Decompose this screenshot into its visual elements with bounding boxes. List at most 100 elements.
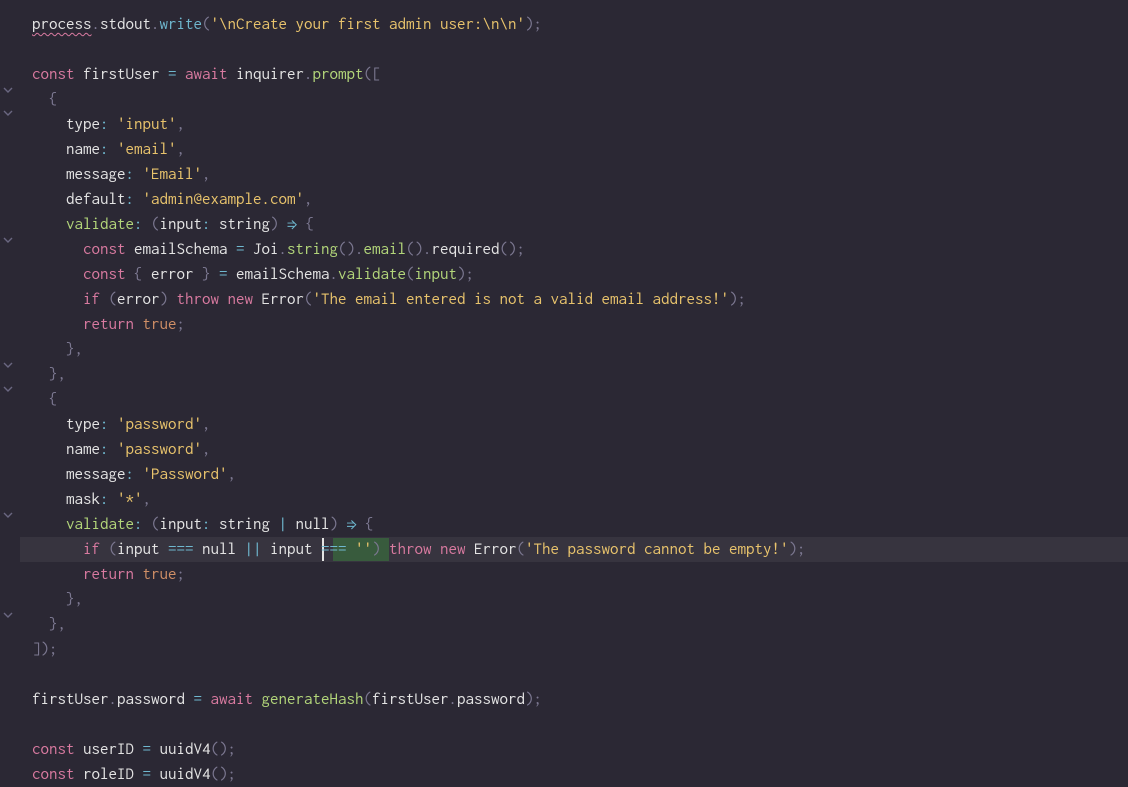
code-token: ) [160, 287, 177, 312]
code-line[interactable]: if (error) throw new Error('The email en… [32, 287, 1128, 312]
fold-icon[interactable] [2, 359, 13, 370]
code-line[interactable] [32, 37, 1128, 62]
code-token: . [304, 62, 313, 87]
code-token: ⇒ [347, 512, 366, 537]
code-token: : [202, 512, 219, 537]
code-token: process [32, 12, 92, 37]
code-line[interactable]: ]); [32, 637, 1128, 662]
fold-icon[interactable] [2, 509, 13, 520]
code-line[interactable]: name: 'password', [32, 437, 1128, 462]
code-line[interactable]: name: 'email', [32, 137, 1128, 162]
code-token: . [330, 262, 339, 287]
code-token: ); [789, 537, 806, 562]
code-token: }, [32, 587, 83, 612]
code-line[interactable]: { [32, 387, 1128, 412]
fold-icon[interactable] [2, 234, 13, 245]
code-token: input [160, 212, 203, 237]
code-line[interactable]: type: 'input', [32, 112, 1128, 137]
code-line[interactable]: message: 'Email', [32, 162, 1128, 187]
code-line[interactable]: const { error } = emailSchema.validate(i… [32, 262, 1128, 287]
code-line[interactable] [32, 712, 1128, 737]
code-token: . [279, 237, 288, 262]
code-token: const [83, 237, 134, 262]
code-token: 'input' [117, 112, 177, 137]
code-token: null [296, 512, 330, 537]
code-token: generateHash [262, 687, 364, 712]
code-token: required [432, 237, 500, 262]
code-token: ]); [32, 637, 58, 662]
code-token: { [32, 387, 58, 412]
code-line[interactable] [32, 662, 1128, 687]
code-token: if [83, 537, 109, 562]
code-token: } [202, 262, 219, 287]
code-token: uuidV4 [160, 762, 211, 787]
code-token: ; [177, 312, 186, 337]
code-line[interactable]: if (input === null || input === '') thro… [32, 537, 1128, 562]
code-token: const [32, 737, 83, 762]
code-token: await [185, 62, 236, 87]
fold-icon[interactable] [2, 107, 13, 118]
code-line[interactable]: const userID = uuidV4(); [32, 737, 1128, 762]
code-line[interactable]: mask: '*', [32, 487, 1128, 512]
code-token: inquirer [236, 62, 304, 87]
code-token: validate [66, 512, 134, 537]
code-token: password [117, 687, 194, 712]
code-line[interactable]: firstUser.password = await generateHash(… [32, 687, 1128, 712]
code-token: = [143, 737, 160, 762]
code-token: 'The email entered is not a valid email … [313, 287, 730, 312]
code-token: 'The password cannot be empty!' [525, 537, 789, 562]
code-token: mask [32, 487, 100, 512]
code-token: = [219, 262, 236, 287]
code-token: = [194, 687, 211, 712]
code-token: null [202, 537, 245, 562]
code-line[interactable]: { [32, 87, 1128, 112]
code-line[interactable]: const emailSchema = Joi.string().email()… [32, 237, 1128, 262]
code-line[interactable]: validate: (input: string) ⇒ { [32, 212, 1128, 237]
code-token: ( [406, 262, 415, 287]
code-token: ( [151, 512, 160, 537]
code-line[interactable]: }, [32, 337, 1128, 362]
code-token [32, 212, 66, 237]
code-token: input [270, 537, 321, 562]
code-line[interactable]: const firstUser = await inquirer.prompt(… [32, 62, 1128, 87]
fold-icon[interactable] [2, 609, 13, 620]
code-token: firstUser [83, 62, 168, 87]
fold-icon[interactable] [2, 383, 13, 394]
code-token: new [440, 537, 474, 562]
code-token: type [32, 112, 100, 137]
code-editor[interactable]: process.stdout.write('\nCreate your firs… [32, 12, 1128, 787]
code-token: ( [304, 287, 313, 312]
code-token: validate [66, 212, 134, 237]
code-token: , [304, 187, 313, 212]
code-token: ( [202, 12, 211, 37]
code-token: | [279, 512, 296, 537]
code-line[interactable]: validate: (input: string | null) ⇒ { [32, 512, 1128, 537]
code-token: = [236, 237, 253, 262]
code-token: email [364, 237, 407, 262]
code-token: : [126, 462, 143, 487]
code-token: name [32, 137, 100, 162]
code-line[interactable]: return true; [32, 312, 1128, 337]
code-token: : [134, 512, 151, 537]
code-token: { [365, 512, 374, 537]
code-token: new [228, 287, 262, 312]
code-line[interactable]: return true; [32, 562, 1128, 587]
fold-gutter [0, 0, 20, 779]
code-token: ( [151, 212, 160, 237]
code-token: message [32, 462, 126, 487]
code-token: userID [83, 737, 143, 762]
code-token: (); [211, 737, 237, 762]
code-line[interactable]: default: 'admin@example.com', [32, 187, 1128, 212]
code-line[interactable]: const roleID = uuidV4(); [32, 762, 1128, 787]
code-token: (). [338, 237, 364, 262]
code-token: default [32, 187, 126, 212]
code-line[interactable]: }, [32, 362, 1128, 387]
code-line[interactable]: message: 'Password', [32, 462, 1128, 487]
fold-icon[interactable] [2, 84, 13, 95]
code-line[interactable]: type: 'password', [32, 412, 1128, 437]
code-line[interactable]: }, [32, 587, 1128, 612]
code-line[interactable]: }, [32, 612, 1128, 637]
code-line[interactable]: process.stdout.write('\nCreate your firs… [32, 12, 1128, 37]
code-token: : [100, 112, 117, 137]
code-token: (); [500, 237, 526, 262]
